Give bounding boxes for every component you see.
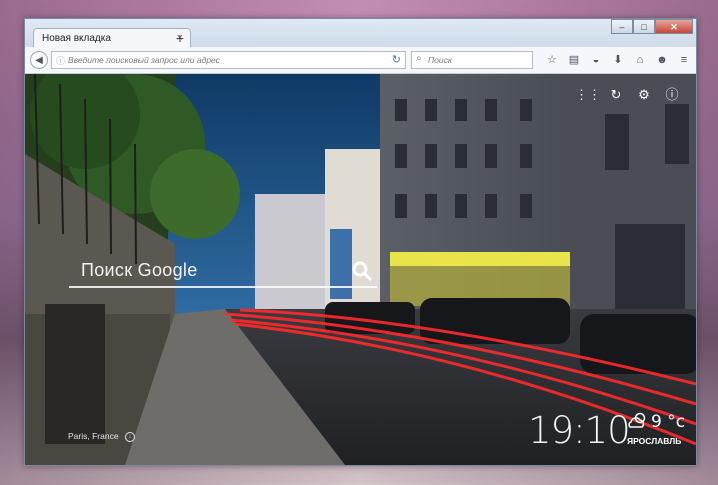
new-tab-page: Поиск Google ⋮⋮ ↻ ⚙ ⓘ 19:10 9 °c ЯРОСЛАВ… [25, 74, 696, 465]
menu-icon[interactable]: ≡ [673, 52, 695, 68]
address-placeholder: Введите поисковый запрос или адрес [68, 55, 220, 65]
chat-icon[interactable]: ☻ [651, 52, 673, 68]
site-info-icon[interactable]: ⓘ [56, 54, 65, 67]
bookmark-star-icon[interactable]: ☆ [541, 52, 563, 68]
maximize-button[interactable]: □ [633, 19, 655, 34]
photo-location-text: Paris, France [68, 431, 119, 441]
photo-location[interactable]: Paris, France ↓ [68, 431, 135, 442]
search-input[interactable]: ⌕ Поиск [411, 51, 533, 69]
close-window-button[interactable]: ✕ [655, 19, 693, 34]
window-controls: – □ ✕ [611, 19, 693, 34]
google-search-field[interactable]: Поиск Google [69, 260, 377, 288]
refresh-background-icon[interactable]: ↻ [602, 87, 630, 103]
address-bar[interactable]: ⓘ Введите поисковый запрос или адрес ↻ [51, 51, 406, 69]
tab-new-tab[interactable]: Новая вкладка × [33, 28, 191, 49]
new-tab-button[interactable]: + [173, 30, 187, 46]
toolbar-icons: ☆ ▤ ◒ ⬇ ⌂ ☻ ≡ [541, 52, 695, 68]
download-icon[interactable]: ⬇ [607, 52, 629, 68]
partly-cloudy-icon [628, 412, 646, 428]
clock-time: 19:10 [528, 409, 631, 452]
search-icon[interactable] [351, 260, 373, 287]
title-bar: Новая вкладка × + – □ ✕ [25, 19, 696, 49]
tab-title: Новая вкладка [42, 33, 111, 44]
navigation-toolbar: ◀ ⓘ Введите поисковый запрос или адрес ↻… [25, 47, 696, 74]
search-glyph [352, 261, 373, 282]
info-icon[interactable]: ⓘ [658, 87, 686, 103]
weather-city: ЯРОСЛАВЛЬ [627, 436, 682, 446]
google-search-label: Поиск Google [81, 260, 198, 280]
home-icon[interactable]: ⌂ [629, 52, 651, 68]
search-placeholder: Поиск [428, 55, 452, 65]
minimize-button[interactable]: – [611, 19, 633, 34]
pocket-icon[interactable]: ◒ [585, 52, 607, 68]
browser-window: Новая вкладка × + – □ ✕ ◀ ⓘ Введите поис… [24, 18, 697, 466]
bookmarks-list-icon[interactable]: ▤ [563, 52, 585, 68]
settings-gear-icon[interactable]: ⚙ [630, 87, 658, 103]
apps-grid-icon[interactable]: ⋮⋮ [574, 87, 602, 103]
reload-icon[interactable]: ↻ [392, 53, 401, 66]
page-top-icons: ⋮⋮ ↻ ⚙ ⓘ [574, 87, 686, 103]
back-button[interactable]: ◀ [30, 51, 48, 69]
location-info-icon[interactable]: ↓ [124, 431, 135, 442]
search-icon: ⌕ [416, 53, 422, 64]
temperature: 9 °c [651, 412, 686, 432]
